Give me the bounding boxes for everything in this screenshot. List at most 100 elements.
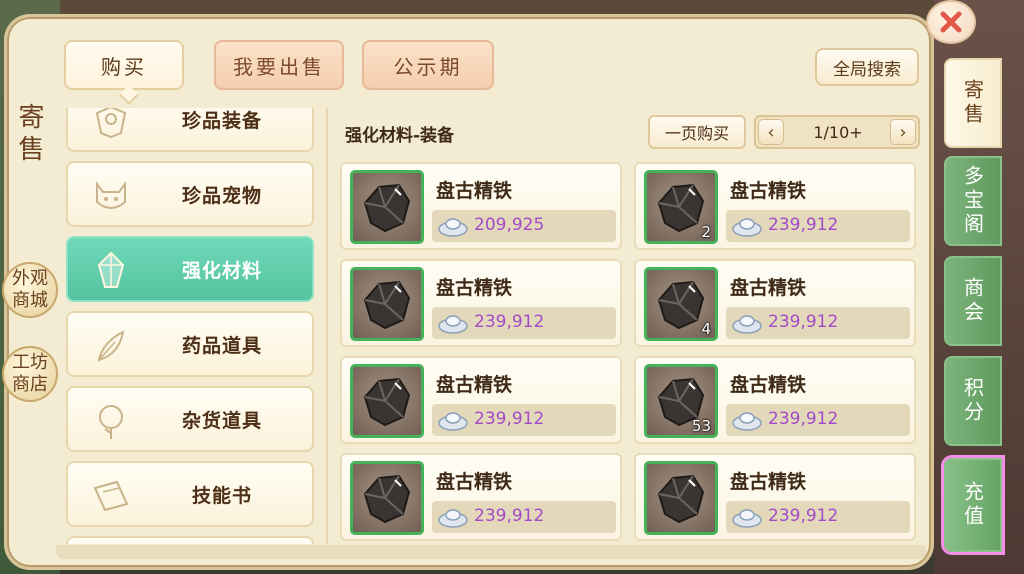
tab-sell[interactable]: 我要出售 (214, 40, 344, 90)
item-price-bar: 209,925 (432, 210, 616, 242)
item-card[interactable]: 盘古精铁 209,925 (340, 162, 622, 250)
cat-icon (86, 171, 136, 221)
item-price-bar: 239,912 (726, 501, 910, 533)
item-name: 盘古精铁 (730, 277, 807, 299)
item-card[interactable]: 盘古精铁 239,912 (340, 356, 622, 444)
category-label: 杂货道具 (181, 409, 262, 432)
item-thumbnail (644, 461, 718, 535)
crystal-icon (86, 246, 136, 296)
item-name: 盘古精铁 (730, 374, 807, 396)
item-name: 盘古精铁 (730, 471, 807, 493)
item-thumbnail (350, 461, 424, 535)
appearance-mall-label: 外观商城 (12, 268, 48, 311)
item-thumbnail (350, 267, 424, 341)
category-label: 技能书 (191, 484, 252, 507)
herb-icon (86, 321, 136, 371)
silver-ingot-icon (438, 509, 468, 528)
global-search-button[interactable]: 全局搜索 (815, 48, 919, 86)
item-price: 209,925 (474, 215, 545, 235)
item-price: 239,912 (768, 409, 839, 429)
silver-ingot-icon (438, 218, 468, 237)
item-name: 盘古精铁 (730, 180, 807, 202)
item-name: 盘古精铁 (436, 374, 513, 396)
next-page-button[interactable]: › (890, 119, 916, 145)
right-tab-points[interactable]: 积分 (944, 356, 1002, 446)
item-price: 239,912 (474, 409, 545, 429)
appearance-mall-button[interactable]: 外观商城 (2, 262, 58, 318)
book-icon (86, 471, 136, 521)
category-item-skill-book[interactable]: 技能书 (66, 461, 314, 527)
workshop-store-button[interactable]: 工坊商店 (2, 346, 58, 402)
pager: ‹ 1/10+ › (754, 115, 920, 149)
item-card[interactable]: 盘古精铁 239,912 (340, 259, 622, 347)
column-divider (326, 108, 328, 544)
item-thumbnail: 2 (644, 170, 718, 244)
item-name: 盘古精铁 (436, 471, 513, 493)
item-quantity: 2 (701, 223, 711, 241)
item-price: 239,912 (768, 215, 839, 235)
category-label: 药品道具 (181, 334, 262, 357)
item-quantity: 53 (691, 417, 711, 435)
flower-icon (86, 396, 136, 446)
item-thumbnail: 53 (644, 364, 718, 438)
armor-icon (86, 108, 136, 146)
category-item-more[interactable] (66, 536, 314, 544)
category-label: 珍品宠物 (181, 184, 262, 207)
category-item-sundries[interactable]: 杂货道具 (66, 386, 314, 452)
item-price-bar: 239,912 (726, 210, 910, 242)
silver-ingot-icon (438, 315, 468, 334)
category-label: 强化材料 (181, 259, 262, 282)
silver-ingot-icon (732, 218, 762, 237)
ore-icon (657, 474, 705, 524)
category-item-rare-pet[interactable]: 珍品宠物 (66, 161, 314, 227)
item-card[interactable]: 53 盘古精铁 239,912 (634, 356, 916, 444)
item-price-bar: 239,912 (726, 307, 910, 339)
panel-title: 寄售 (14, 103, 44, 167)
item-price: 239,912 (474, 506, 545, 526)
item-card[interactable]: 盘古精铁 239,912 (634, 453, 916, 541)
silver-ingot-icon (732, 412, 762, 431)
item-thumbnail (350, 170, 424, 244)
item-name: 盘古精铁 (436, 180, 513, 202)
item-price: 239,912 (474, 312, 545, 332)
item-name: 盘古精铁 (436, 277, 513, 299)
prev-page-button[interactable]: ‹ (758, 119, 784, 145)
item-thumbnail (350, 364, 424, 438)
right-tab-treasure-pavilion[interactable]: 多宝阁 (944, 156, 1002, 246)
ore-icon (363, 377, 411, 427)
page-indicator: 1/10+ (813, 122, 863, 142)
category-item-medicine[interactable]: 药品道具 (66, 311, 314, 377)
ore-icon (363, 183, 411, 233)
section-title: 强化材料-装备 (345, 126, 455, 146)
item-thumbnail: 4 (644, 267, 718, 341)
ore-icon (363, 280, 411, 330)
right-tab-guild[interactable]: 商会 (944, 256, 1002, 346)
item-card[interactable]: 盘古精铁 239,912 (340, 453, 622, 541)
item-price-bar: 239,912 (432, 501, 616, 533)
item-quantity: 4 (701, 320, 711, 338)
right-tab-recharge[interactable]: 充值 (944, 458, 1002, 552)
item-price-bar: 239,912 (432, 404, 616, 436)
silver-ingot-icon (438, 412, 468, 431)
silver-ingot-icon (732, 509, 762, 528)
silver-ingot-icon (732, 315, 762, 334)
item-price: 239,912 (768, 312, 839, 332)
chevron-left-icon: ‹ (767, 121, 775, 143)
buy-page-button[interactable]: 一页购买 (648, 115, 746, 149)
panel-bottom-bar (56, 545, 926, 559)
category-item-enhance-material[interactable]: 强化材料 (66, 236, 314, 302)
tab-publicity[interactable]: 公示期 (362, 40, 494, 90)
item-card[interactable]: 2 盘古精铁 239,912 (634, 162, 916, 250)
chevron-right-icon: › (899, 121, 907, 143)
tab-buy[interactable]: 购买 (64, 40, 184, 90)
category-list: 珍品装备 珍品宠物 强化材料 药品道具 杂货道具 技能书 (60, 108, 320, 544)
close-icon (940, 11, 962, 33)
item-card[interactable]: 4 盘古精铁 239,912 (634, 259, 916, 347)
category-label: 珍品装备 (181, 109, 262, 132)
item-price-bar: 239,912 (432, 307, 616, 339)
close-button[interactable] (926, 0, 976, 44)
right-tab-consign[interactable]: 寄售 (944, 58, 1002, 148)
category-item-rare-equipment[interactable]: 珍品装备 (66, 108, 314, 152)
item-price: 239,912 (768, 506, 839, 526)
ore-icon (363, 474, 411, 524)
